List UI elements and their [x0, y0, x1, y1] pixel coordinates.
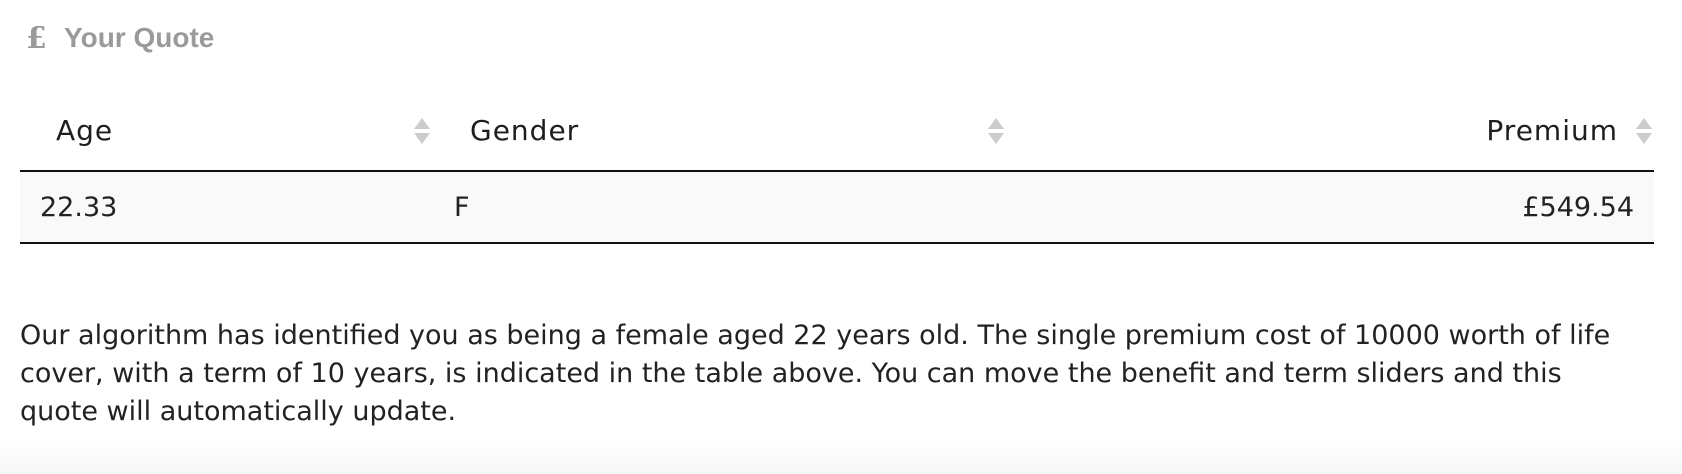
- column-header-label: Gender: [470, 113, 580, 147]
- cell-premium: £549.54: [1522, 191, 1634, 223]
- cell-age: 22.33: [40, 191, 118, 223]
- quote-panel: £ Your Quote Age Gender Premium 22.33 F …: [0, 0, 1682, 474]
- quote-title: Your Quote: [64, 22, 215, 53]
- column-header-age[interactable]: Age: [20, 90, 432, 170]
- table-row: 22.33 F £549.54: [20, 172, 1654, 244]
- column-header-label: Premium: [1486, 113, 1618, 147]
- quote-description: Our algorithm has identified you as bein…: [20, 320, 1611, 427]
- column-header-label: Age: [56, 113, 114, 147]
- column-header-premium[interactable]: Premium: [1006, 90, 1654, 170]
- sort-arrows-icon[interactable]: [412, 116, 432, 146]
- sort-arrows-icon[interactable]: [1634, 116, 1654, 146]
- sort-arrows-icon[interactable]: [986, 116, 1006, 146]
- table-header: Age Gender Premium: [20, 90, 1654, 172]
- cell-gender: F: [454, 191, 470, 223]
- pound-sign-icon: £: [26, 20, 47, 56]
- quote-table: Age Gender Premium 22.33 F £549.54: [20, 90, 1654, 244]
- quote-heading: £ Your Quote: [26, 18, 214, 58]
- column-header-gender[interactable]: Gender: [432, 90, 1006, 170]
- table-body: 22.33 F £549.54: [20, 172, 1654, 244]
